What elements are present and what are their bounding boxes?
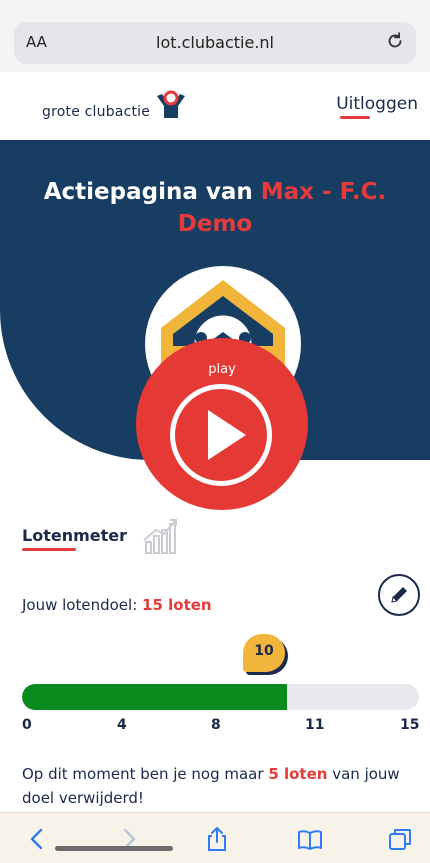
chart-icon — [143, 519, 177, 554]
lotenmeter-underline — [22, 548, 76, 551]
goal-text: Jouw lotendoel: 15 loten — [22, 596, 212, 614]
reload-icon[interactable] — [384, 30, 406, 52]
edit-goal-button[interactable] — [378, 574, 420, 616]
clubactie-logo-icon — [157, 90, 186, 118]
progress-tick: 8 — [211, 717, 221, 733]
pencil-icon — [391, 587, 407, 603]
browser-address-bar: AA lot.clubactie.nl — [0, 0, 430, 72]
logout-link[interactable]: Uitloggen — [336, 94, 418, 114]
remaining-message-prefix: Op dit moment ben je nog maar — [22, 765, 269, 783]
progress-fill — [22, 684, 287, 710]
progress-marker-value: 10 — [254, 643, 274, 659]
remaining-message: Op dit moment ben je nog maar 5 loten va… — [22, 762, 412, 810]
progress-tick: 4 — [117, 717, 127, 733]
progress-tick: 15 — [400, 717, 420, 733]
remaining-message-value: 5 loten — [268, 765, 328, 783]
bookmarks-icon[interactable] — [296, 825, 324, 853]
goal-label: Jouw lotendoel: — [22, 596, 143, 614]
progress-marker: 10 — [243, 634, 285, 672]
play-label: play — [208, 362, 236, 377]
play-icon — [208, 410, 246, 460]
logout-underline — [340, 116, 370, 119]
page-title: Actiepagina van Max - F.C. Demo — [0, 176, 430, 240]
url-field[interactable]: AA lot.clubactie.nl — [14, 22, 416, 64]
browser-toolbar — [0, 812, 430, 863]
home-indicator — [55, 846, 173, 851]
page-title-prefix: Actiepagina van — [43, 179, 261, 205]
site-header: grote clubactie Uitloggen — [0, 72, 430, 140]
goal-value: 15 loten — [142, 596, 212, 614]
progress-bar — [22, 684, 419, 710]
url-text[interactable]: lot.clubactie.nl — [14, 33, 416, 52]
video-play-button[interactable]: play — [136, 338, 308, 510]
progress-tick: 0 — [22, 717, 32, 733]
lotenmeter-title: Lotenmeter — [22, 526, 127, 545]
progress-tick: 11 — [305, 717, 325, 733]
back-icon[interactable] — [24, 825, 52, 853]
site-logo[interactable]: grote clubactie — [42, 90, 188, 120]
tabs-icon[interactable] — [386, 825, 414, 853]
share-icon[interactable] — [203, 825, 231, 853]
logo-text: grote clubactie — [42, 104, 151, 120]
